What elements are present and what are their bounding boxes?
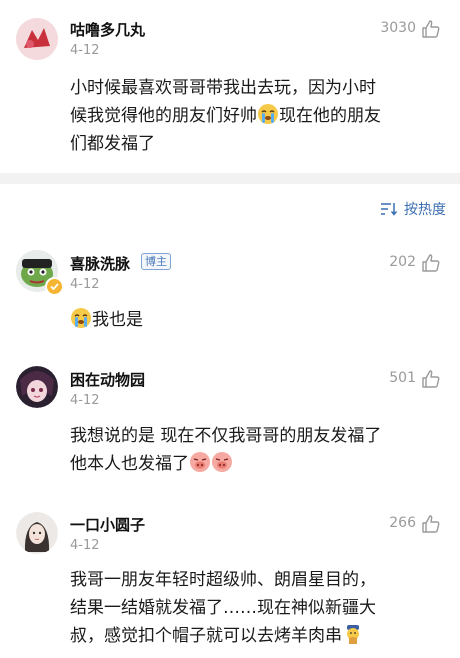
reply-text-segment: 他本人也发福了 <box>70 454 189 474</box>
comment-date: 4-12 <box>70 43 100 58</box>
reply-text-line: 我哥一朋友年轻时超级帅、朗眉星目的， <box>70 570 376 590</box>
reply-text-line: 叔，感觉扣个帽子就可以去烤羊肉串 <box>70 622 455 650</box>
like-count: 202 <box>389 254 416 270</box>
pig-face-emoji-icon <box>190 452 210 472</box>
comment-text-line: 小时候最喜欢哥哥带我出去玩，因为小时 <box>70 78 376 98</box>
avatar[interactable] <box>16 18 58 60</box>
sort-label: 按热度 <box>404 202 446 218</box>
verified-badge-icon <box>45 277 64 296</box>
sort-by-hot-button[interactable]: 按热度 <box>380 199 446 219</box>
reply-username[interactable]: 困在动物园 <box>70 369 145 390</box>
reply-date: 4-12 <box>70 538 100 553</box>
pig-face-emoji-icon <box>212 452 232 472</box>
thumbs-up-icon[interactable] <box>421 369 441 389</box>
comment-text: 小时候最喜欢哥哥带我出去玩，因为小时 候我觉得他的朋友们好帅 现在他的朋友 们都发… <box>70 74 450 158</box>
comment-text-line: 们都发福了 <box>70 134 155 154</box>
thumbs-up-icon[interactable] <box>421 253 441 273</box>
comment-username[interactable]: 咕噜多几丸 <box>70 19 145 40</box>
avatar[interactable] <box>16 366 58 408</box>
crying-emoji-icon <box>258 104 278 124</box>
thumbs-up-icon[interactable] <box>421 19 441 39</box>
reply-text-segment: 我也是 <box>92 310 143 330</box>
thumbs-up-icon[interactable] <box>421 514 441 534</box>
reply-text: 我也是 <box>70 306 143 334</box>
comment-text-segment: 候我觉得他的朋友们好帅 <box>70 106 257 126</box>
reply-text-line: 他本人也发福了 <box>70 450 450 478</box>
reply-text: 我哥一朋友年轻时超级帅、朗眉星目的， 结果一结婚就发福了……现在神似新疆大 叔，… <box>70 566 455 650</box>
author-badge: 博主 <box>141 253 171 270</box>
sort-icon <box>381 203 398 216</box>
section-divider <box>0 173 460 184</box>
reply-text-line: 结果一结婚就发福了……现在神似新疆大 <box>70 598 376 618</box>
reply-text: 我想说的是 现在不仅我哥哥的朋友发福了 他本人也发福了 <box>70 422 450 478</box>
reply-date: 4-12 <box>70 393 100 408</box>
crying-emoji-icon <box>71 308 91 328</box>
avatar[interactable] <box>16 512 58 554</box>
uncle-emoji-icon <box>347 625 359 644</box>
comment-text-line: 候我觉得他的朋友们好帅 现在他的朋友 <box>70 102 450 130</box>
reply-username[interactable]: 喜脉洗脉 <box>70 253 130 274</box>
reply-username[interactable]: 一口小圆子 <box>70 514 145 535</box>
like-count: 3030 <box>380 20 416 36</box>
comment-text-segment: 现在他的朋友 <box>279 106 381 126</box>
reply-date: 4-12 <box>70 277 100 292</box>
like-count: 266 <box>389 515 416 531</box>
like-count: 501 <box>389 370 416 386</box>
reply-text-line: 我想说的是 现在不仅我哥哥的朋友发福了 <box>70 426 382 446</box>
reply-text-segment: 叔，感觉扣个帽子就可以去烤羊肉串 <box>70 626 342 646</box>
